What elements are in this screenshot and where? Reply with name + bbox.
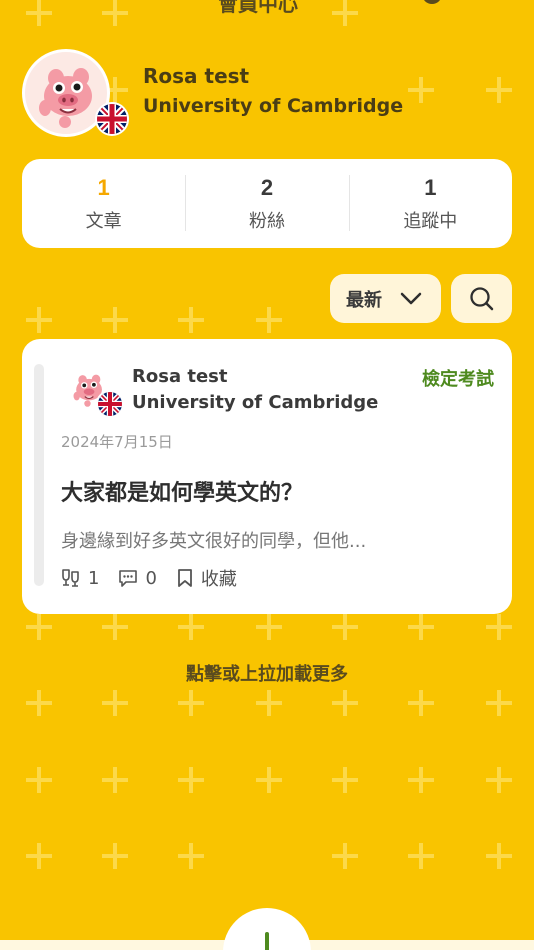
add-icon [265, 932, 269, 950]
post-author-avatar[interactable] [66, 366, 124, 418]
post-category-tag[interactable]: 檢定考試 [422, 365, 494, 391]
cheers-icon [62, 569, 79, 587]
stat-followers-label: 粉絲 [248, 210, 285, 232]
stat-followers[interactable]: 2 粉絲 [185, 159, 348, 248]
like-count: 1 [88, 567, 100, 589]
gear-icon[interactable] [418, 0, 446, 10]
post-accent-bar [34, 364, 44, 586]
post-card[interactable]: Rosa test University of Cambridge 檢定考試 2… [22, 339, 512, 614]
post-excerpt: 身邊緣到好多英文很好的同學，但他... [61, 531, 367, 552]
like-button[interactable]: 1 [60, 568, 99, 589]
chevron-down-icon [400, 292, 422, 305]
stat-articles-label: 文章 [85, 210, 122, 232]
add-post-button[interactable] [223, 908, 311, 950]
search-icon [470, 287, 494, 311]
more-icon[interactable] [484, 0, 494, 4]
comment-icon [119, 570, 138, 587]
stat-following[interactable]: 1 追蹤中 [348, 159, 512, 248]
profile-school: University of Cambridge [143, 95, 404, 117]
stat-articles[interactable]: 1 文章 [22, 159, 185, 248]
profile-name: Rosa test [143, 64, 250, 88]
search-button[interactable] [451, 274, 512, 323]
bookmark-icon [178, 569, 192, 587]
post-author-name[interactable]: Rosa test [132, 366, 227, 387]
post-title[interactable]: 大家都是如何學英文的？ [61, 475, 303, 507]
comment-count: 0 [145, 567, 157, 589]
page-title: 會員中心 [218, 0, 298, 16]
bookmark-label: 收藏 [200, 569, 237, 590]
uk-flag-icon [95, 102, 129, 136]
post-author-school: University of Cambridge [132, 392, 379, 413]
avatar[interactable] [22, 49, 129, 137]
uk-flag-icon [96, 390, 124, 418]
bookmark-button[interactable]: 收藏 [175, 565, 237, 591]
post-actions: 1 0 收藏 [60, 565, 255, 591]
sort-dropdown[interactable]: 最新 [330, 274, 441, 323]
stat-following-value: 1 [424, 174, 437, 200]
stats-panel: 1 文章 2 粉絲 1 追蹤中 [22, 159, 512, 248]
load-more-link[interactable]: 點擊或上拉加載更多 [0, 660, 534, 686]
comment-button[interactable]: 0 [117, 567, 157, 589]
stat-following-label: 追蹤中 [403, 210, 458, 232]
post-date: 2024年7月15日 [61, 433, 173, 451]
stat-articles-value: 1 [97, 174, 110, 200]
sort-label: 最新 [346, 289, 382, 311]
stat-followers-value: 2 [260, 174, 274, 200]
